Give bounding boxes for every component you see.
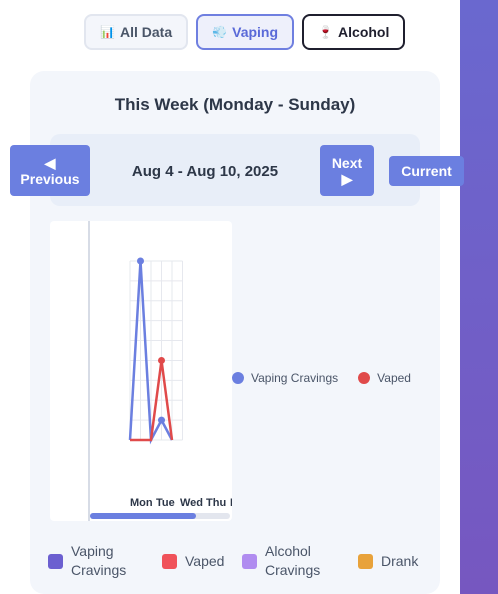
date-range: Aug 4 - Aug 10, 2025 [131,163,279,180]
swatch-drank [358,554,373,569]
category-label-alcohol-cravings: Alcohol Cravings [265,543,321,578]
tab-alcohol[interactable]: 🍷 Alcohol [302,14,406,50]
tracker-card: 📊 All Data 💨 Vaping 🍷 Alcohol This Week … [0,0,464,594]
x-tick-label: Tue [156,497,175,509]
category-vaping-cravings: Vaping Cravings [48,542,131,580]
category-vaped: Vaped [162,552,224,571]
swatch-alcohol-cravings [242,553,257,569]
tab-alcohol-label: Alcohol [338,24,390,40]
legend-marker-vaped [358,372,371,384]
legend-item-vaping-cravings[interactable]: Vaping Cravings [232,371,338,385]
tab-vaping-label: Vaping [232,24,279,40]
chart-legend: Vaping Cravings Vaped [232,371,411,385]
swatch-vaping-cravings [48,553,63,569]
next-arrow-icon: ▶ [341,170,353,187]
vape-icon: 💨 [212,25,228,39]
category-label-vaped: Vaped [185,553,225,569]
wine-glass-icon: 🍷 [318,25,333,39]
category-label-vaping-cravings: Vaping Cravings [71,543,127,578]
legend-label-vaping-cravings: Vaping Cravings [251,371,339,385]
previous-week-button[interactable]: ◀ Previous [10,145,90,196]
previous-arrow-icon: ◀ [44,154,56,171]
point-vaping-cravings [158,416,165,424]
current-week-button[interactable]: Current [389,156,464,186]
current-label: Current [401,163,452,179]
category-alcohol-cravings: Alcohol Cravings [242,542,325,580]
category-label-drank: Drank [381,553,419,569]
legend-item-vaped[interactable]: Vaped [358,371,411,385]
category-legend: Vaping Cravings Vaped Alcohol Cravings D… [48,542,428,582]
legend-marker-vaping-cravings [232,372,244,384]
bar-chart-icon: 📊 [100,25,115,39]
previous-label: Previous [20,170,80,187]
point-vaped [158,356,165,364]
next-week-button[interactable]: Next ▶ [320,145,374,196]
category-drank: Drank [358,552,418,571]
chart-area: MonTue WedThu Fri [50,221,232,521]
line-chart: MonTue WedThu Fri [88,221,232,521]
x-tick-label: Thu [206,497,226,509]
x-tick-label: Mon [130,497,153,509]
next-label: Next [331,154,363,171]
tab-all-data-label: All Data [120,24,173,40]
x-tick-label: Fri [230,497,232,509]
legend-label-vaped: Vaped [377,371,411,385]
week-title: This Week (Monday - Sunday) [114,95,356,114]
point-vaping-cravings [137,257,144,265]
swatch-vaped [162,554,177,569]
tab-vaping[interactable]: 💨 Vaping [196,14,295,50]
chart-scroll-thumb[interactable] [90,513,196,519]
filter-tabs: 📊 All Data 💨 Vaping 🍷 Alcohol [84,14,406,50]
tab-all-data[interactable]: 📊 All Data [84,14,189,50]
x-tick-label: Wed [180,497,203,509]
